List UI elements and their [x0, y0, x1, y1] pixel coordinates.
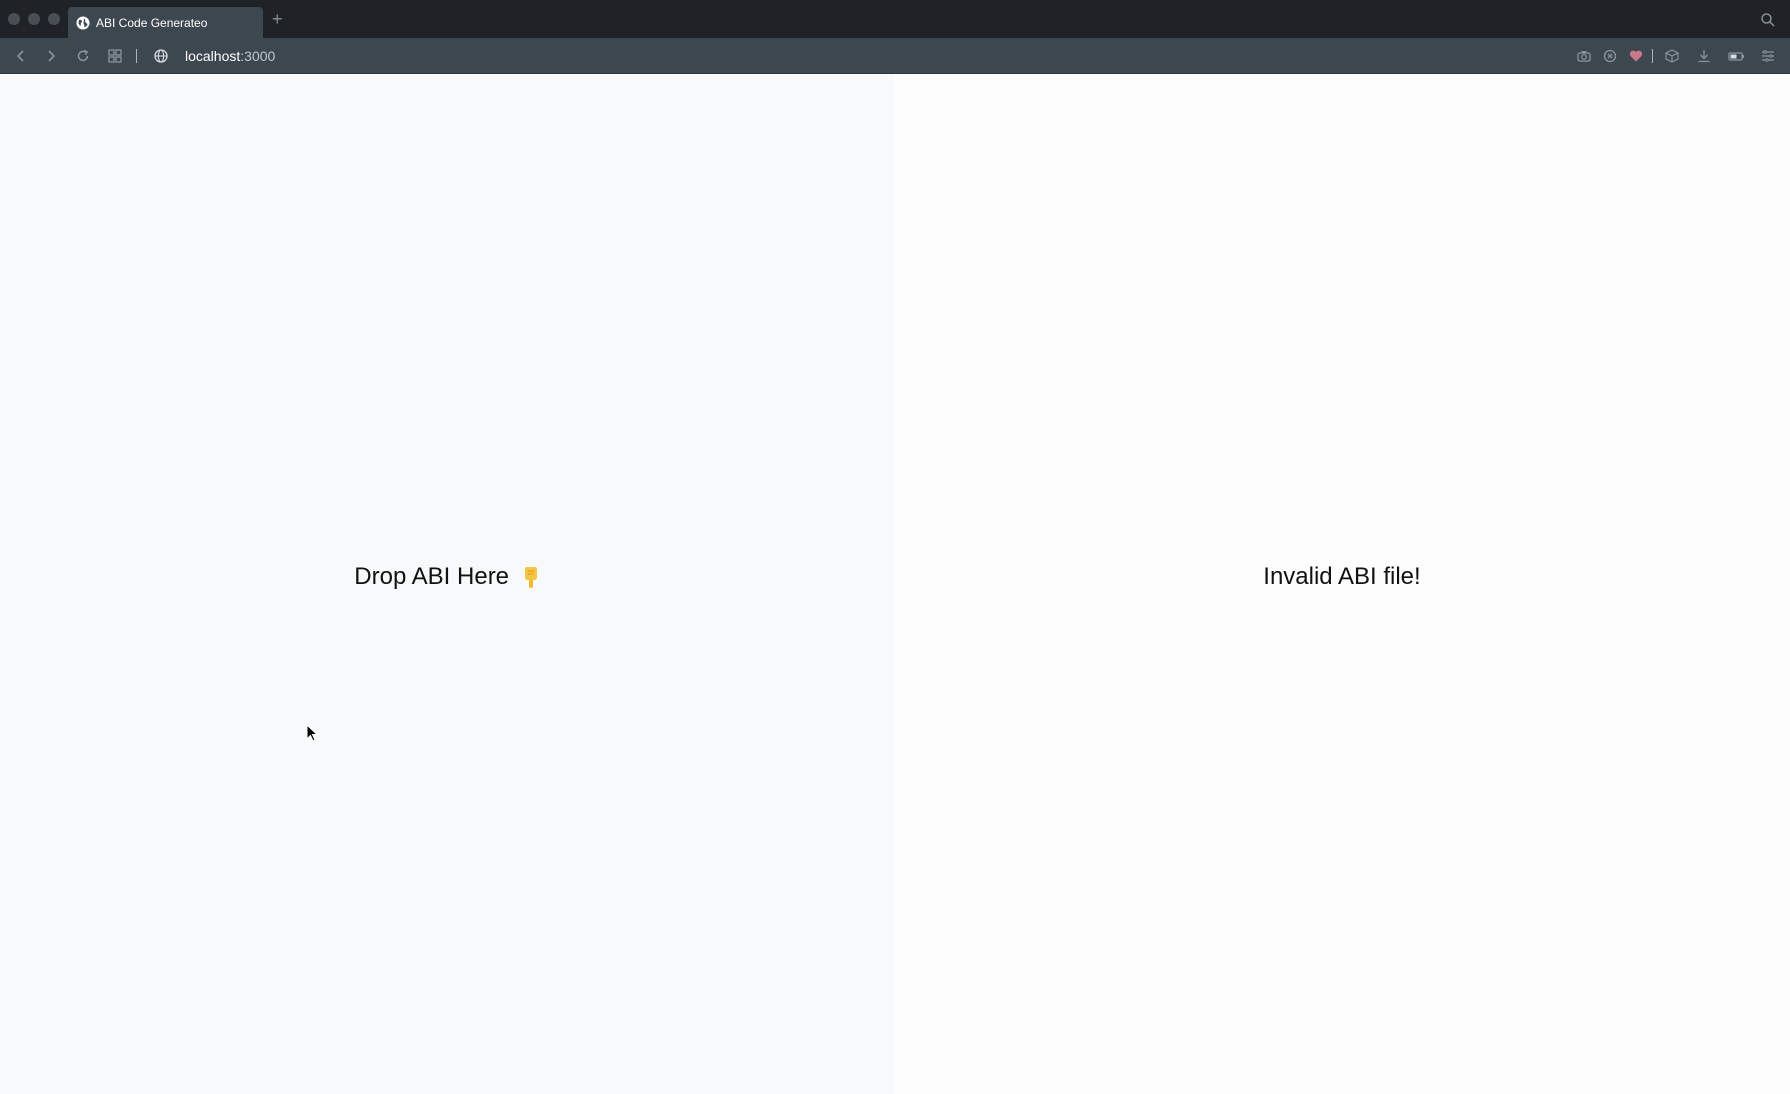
url-port: :3000 [240, 48, 276, 64]
grid-icon[interactable] [106, 47, 124, 65]
reload-icon[interactable] [74, 47, 92, 65]
menu-icon[interactable] [1759, 47, 1777, 65]
validation-pane: Invalid ABI file! [894, 74, 1790, 1094]
tab-title: ABI Code Generateo [96, 15, 208, 30]
pointing-down-hand-icon [524, 566, 537, 588]
heart-icon[interactable] [1627, 47, 1645, 65]
camera-icon[interactable] [1575, 47, 1593, 65]
address-toolbar: localhost:3000 [0, 38, 1790, 74]
download-icon[interactable] [1695, 47, 1713, 65]
browser-window: ABI Code Generateo + localhost:3000 Drop… [0, 0, 1790, 1094]
box-icon[interactable] [1663, 47, 1681, 65]
mouse-cursor-icon [306, 724, 319, 742]
validation-message: Invalid ABI file! [1263, 563, 1421, 590]
browser-tab[interactable]: ABI Code Generateo [68, 7, 263, 38]
tab-bar: ABI Code Generateo + [0, 0, 1790, 38]
globe-icon [154, 49, 168, 63]
drop-zone-label: Drop ABI Here [354, 563, 510, 590]
url-host: localhost [185, 48, 241, 64]
drop-zone-message: Drop ABI Here [354, 563, 539, 591]
minimize-window-button[interactable] [28, 13, 40, 25]
close-circle-icon[interactable] [1601, 47, 1619, 65]
battery-icon[interactable] [1727, 47, 1745, 65]
new-tab-button[interactable]: + [272, 9, 283, 29]
abi-drop-zone[interactable]: Drop ABI Here [0, 74, 894, 1094]
maximize-window-button[interactable] [48, 13, 60, 25]
forward-arrow-icon[interactable] [42, 47, 60, 65]
toolbar-divider [1652, 49, 1653, 63]
search-icon[interactable] [1760, 12, 1776, 28]
globe-icon [76, 16, 90, 29]
back-arrow-icon[interactable] [12, 47, 30, 65]
page-content: Drop ABI Here Invalid ABI file! [0, 74, 1790, 1094]
close-window-button[interactable] [8, 13, 20, 25]
address-bar[interactable]: localhost:3000 [185, 47, 275, 65]
toolbar-divider [136, 49, 137, 63]
